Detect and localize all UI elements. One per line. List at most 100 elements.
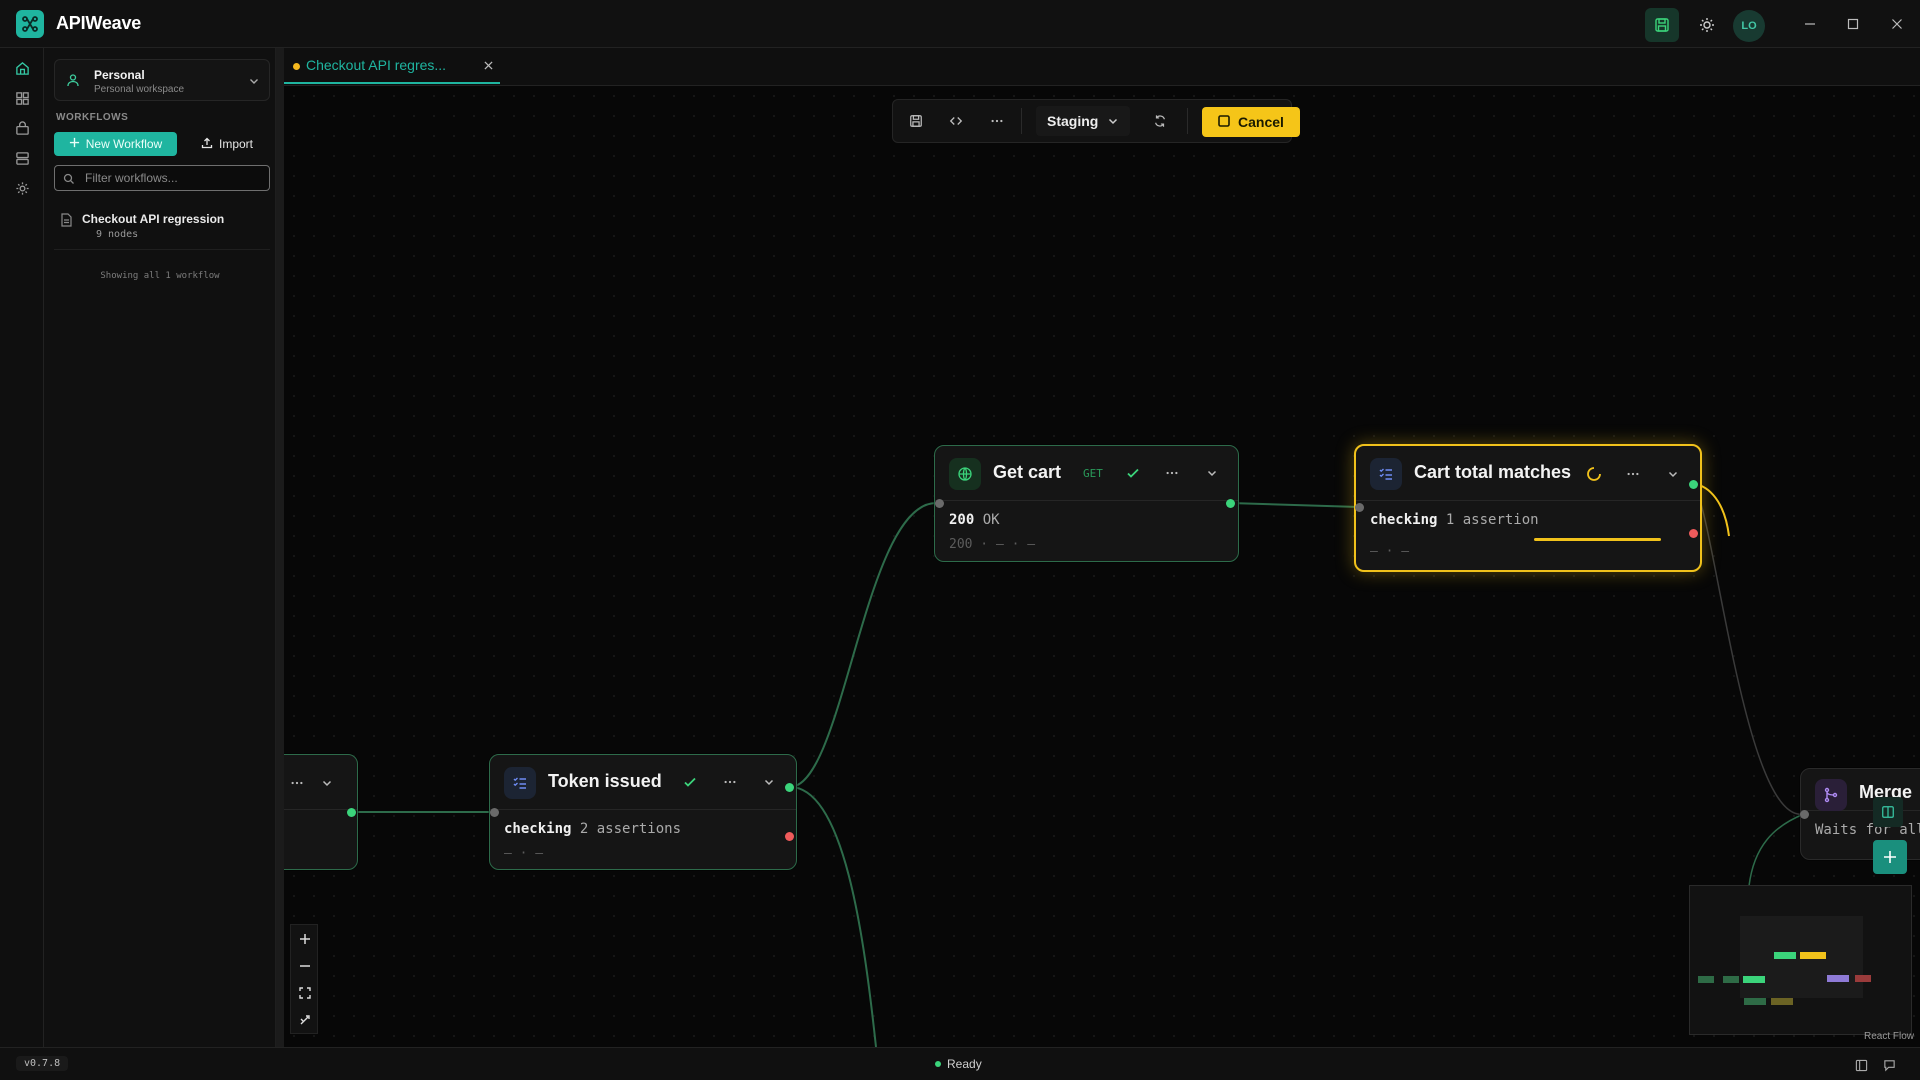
chevron-down-icon[interactable] [317, 773, 337, 793]
status-dot-icon [935, 1061, 941, 1067]
database-icon[interactable] [10, 146, 34, 170]
zoom-out-icon[interactable] [295, 956, 315, 976]
close-tab-icon[interactable] [481, 58, 495, 72]
workflow-list-item[interactable]: Checkout API regression 9 nodes [54, 206, 270, 250]
canvas-toolbar: Staging Cancel [892, 99, 1300, 143]
activity-bar [0, 48, 44, 1080]
filter-field [54, 165, 270, 191]
success-handle[interactable] [1226, 499, 1235, 508]
input-handle[interactable] [490, 808, 499, 817]
import-button[interactable]: Import [187, 132, 267, 156]
minimap-node [1800, 952, 1826, 959]
workflow-canvas[interactable]: Staging Cancel Token issued checking 2 a… [284, 86, 1920, 1047]
close-window-icon[interactable] [1885, 12, 1909, 36]
progress-bar [1534, 538, 1661, 541]
node-status-line: 200 OK [949, 512, 1000, 528]
chevron-down-icon[interactable] [759, 772, 779, 792]
plus-icon [69, 137, 80, 151]
globe-icon [949, 458, 981, 490]
search-icon [63, 172, 75, 184]
zoom-controls [290, 924, 318, 1034]
sidebar-resizer[interactable] [276, 48, 284, 1047]
toolbar-divider [1187, 108, 1188, 134]
zoom-in-icon[interactable] [295, 929, 315, 949]
run-status: Ready [935, 1057, 982, 1071]
node-get-cart[interactable]: Get cart GET 200 OK 200 · — · — [934, 445, 1239, 562]
interactivity-toggle-icon[interactable] [295, 1010, 315, 1030]
edge-merge-down [1748, 813, 1805, 887]
chevron-down-icon[interactable] [1202, 463, 1222, 483]
check-icon [680, 772, 700, 792]
assertion-list-icon [1370, 458, 1402, 490]
environment-select[interactable]: Staging [1036, 106, 1130, 136]
more-icon[interactable] [720, 772, 740, 792]
layout-panel-icon[interactable] [1853, 1057, 1869, 1073]
settings-icon[interactable] [10, 176, 34, 200]
minimap-node [1723, 976, 1739, 983]
more-icon[interactable] [1623, 464, 1643, 484]
cancel-run-button[interactable]: Cancel [1202, 107, 1300, 137]
feedback-icon[interactable] [1881, 1057, 1897, 1073]
version-badge: v0.7.8 [16, 1056, 69, 1071]
code-icon[interactable] [946, 111, 966, 131]
more-icon[interactable] [287, 773, 307, 793]
more-icon[interactable] [1162, 463, 1182, 483]
save-icon[interactable] [1645, 8, 1679, 42]
minimap-node [1855, 975, 1871, 982]
add-node-button[interactable] [1873, 840, 1907, 874]
minimize-icon[interactable] [1798, 12, 1822, 36]
stop-icon [1218, 114, 1230, 130]
avatar[interactable]: LO [1733, 10, 1765, 42]
node-token-issued[interactable]: Token issued checking 2 assertions — · — [489, 754, 797, 870]
node-status-line: checking 2 assertions [504, 821, 681, 837]
status-text: OK [982, 512, 1000, 528]
input-handle[interactable] [935, 499, 944, 508]
fit-view-icon[interactable] [295, 983, 315, 1003]
node-status-line: checking 1 assertion [1370, 512, 1539, 528]
workspace-selector[interactable]: Personal Personal workspace [54, 59, 270, 101]
http-method-badge: GET [1083, 467, 1103, 480]
cancel-label: Cancel [1238, 114, 1284, 130]
minimap[interactable] [1689, 885, 1912, 1035]
panel-toggle-icon[interactable] [1873, 797, 1903, 827]
user-icon [65, 72, 81, 88]
assertion-list-icon [504, 767, 536, 799]
input-handle[interactable] [1355, 503, 1364, 512]
grid-icon[interactable] [10, 86, 34, 110]
import-label: Import [218, 137, 253, 151]
success-handle[interactable] [785, 783, 794, 792]
more-icon[interactable] [987, 111, 1007, 131]
refresh-icon[interactable] [1150, 111, 1170, 131]
spinner-icon [1584, 464, 1604, 484]
merge-icon [1815, 779, 1847, 811]
title-bar: APIWeave LO [0, 0, 1920, 48]
failure-handle[interactable] [785, 832, 794, 841]
app-logo-icon [16, 10, 44, 38]
maximize-icon[interactable] [1841, 12, 1865, 36]
chevron-down-icon[interactable] [1663, 464, 1683, 484]
new-workflow-button[interactable]: New Workflow [54, 132, 177, 156]
home-icon[interactable] [10, 56, 34, 80]
environment-label: Staging [1047, 113, 1099, 129]
tab-label: Checkout API regres... [306, 57, 447, 73]
react-flow-attribution[interactable]: React Flow [1864, 1031, 1914, 1042]
tab-checkout-api-regression[interactable]: Checkout API regres... [284, 48, 500, 84]
input-handle[interactable] [1800, 810, 1809, 819]
status-keyword: checking [504, 821, 572, 837]
node-cart-total-matches[interactable]: Cart total matches checking 1 assertion … [1354, 444, 1702, 572]
package-icon[interactable] [10, 116, 34, 140]
chevron-down-icon [1106, 114, 1120, 128]
workflow-name: Checkout API regression [82, 212, 225, 226]
theme-toggle-icon[interactable] [1690, 8, 1724, 42]
output-handle[interactable] [347, 808, 356, 817]
status-detail: 1 assertion [1445, 512, 1539, 528]
save-icon[interactable] [906, 111, 926, 131]
edge-getcart-carttotal [1229, 502, 1360, 508]
failure-handle[interactable] [1689, 529, 1698, 538]
status-detail: 2 assertions [579, 821, 682, 837]
success-handle[interactable] [1689, 480, 1698, 489]
edge-carttotal-merge [1692, 483, 1805, 815]
minimap-node [1743, 976, 1765, 983]
filter-workflows-input[interactable] [85, 170, 261, 186]
toolbar-divider [1021, 108, 1022, 134]
